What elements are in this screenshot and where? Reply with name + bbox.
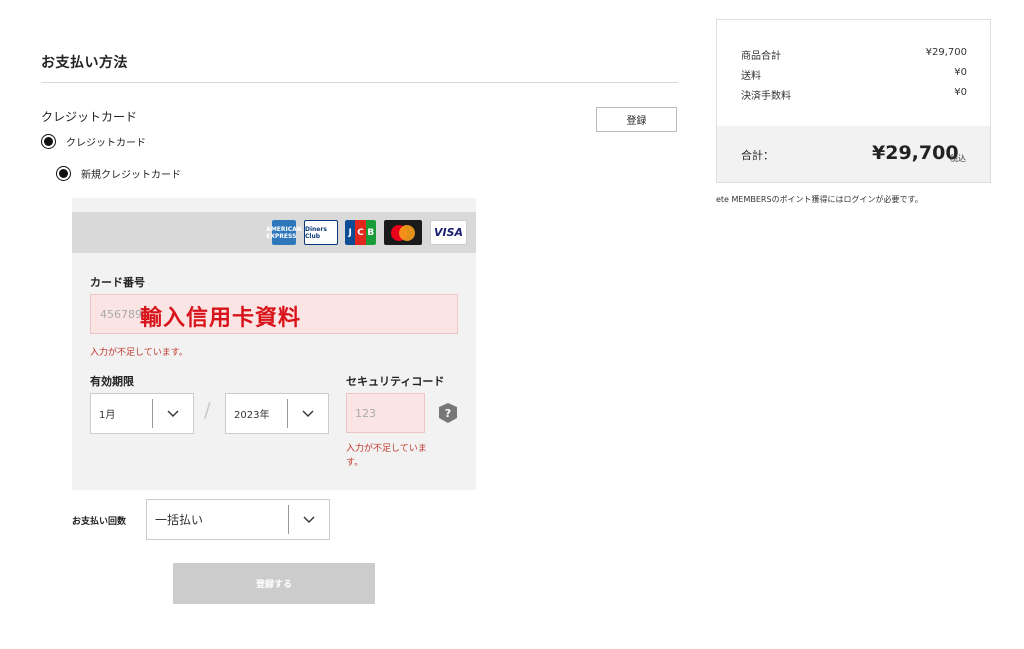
installments-select[interactable]: 一括払い xyxy=(146,499,330,540)
expiry-year-value: 2023年 xyxy=(234,410,270,421)
expiry-separator: / xyxy=(204,398,211,422)
expiry-month-value: 1月 xyxy=(99,410,116,421)
diners-club-logo-icon: Diners Club xyxy=(304,220,338,245)
jcb-letter-b: B xyxy=(365,220,376,245)
summary-value: ¥0 xyxy=(954,87,967,98)
radio-new-card-label: 新規クレジットカード xyxy=(81,170,181,181)
radio-credit-card-label: クレジットカード xyxy=(66,138,146,149)
tax-included-label: 税込 xyxy=(950,154,966,163)
visa-logo-icon: VISA xyxy=(430,220,467,245)
summary-row-subtotal: 商品合計 ¥29,700 xyxy=(741,47,967,62)
summary-row-fee: 決済手数料 ¥0 xyxy=(741,87,967,102)
expiry-label: 有効期限 xyxy=(90,375,134,388)
page-title: お支払い方法 xyxy=(41,55,128,71)
security-code-label: セキュリティコード xyxy=(346,375,445,388)
register-button[interactable]: 登録 xyxy=(596,107,677,132)
radio-credit-card[interactable]: クレジットカード xyxy=(41,134,146,149)
summary-value: ¥0 xyxy=(954,67,967,78)
radio-selected-icon[interactable] xyxy=(56,166,71,181)
installments-label: お支払い回数 xyxy=(72,517,127,527)
jcb-letter-c: C xyxy=(355,220,366,245)
installments-value: 一括払い xyxy=(155,513,204,527)
summary-label: 決済手数料 xyxy=(741,91,791,102)
radio-new-card[interactable]: 新規クレジットカード xyxy=(56,166,181,181)
credit-card-heading: クレジットカード xyxy=(41,110,138,124)
summary-value: ¥29,700 xyxy=(925,47,967,58)
chevron-down-icon[interactable] xyxy=(288,410,328,418)
jcb-letter-j: J xyxy=(345,220,356,245)
submit-register-button[interactable]: 登録する xyxy=(173,563,375,604)
total-value: ¥29,700 xyxy=(872,142,959,164)
summary-label: 送料 xyxy=(741,71,761,82)
chevron-down-icon[interactable] xyxy=(289,516,329,524)
radio-selected-icon[interactable] xyxy=(41,134,56,149)
overlay-annotation: 輸入信用卡資料 xyxy=(140,306,302,331)
expiry-month-select[interactable]: 1月 xyxy=(90,393,194,434)
summary-label: 商品合計 xyxy=(741,51,781,62)
chevron-down-icon[interactable] xyxy=(153,410,193,418)
security-code-input[interactable]: 123 xyxy=(346,393,425,433)
summary-row-shipping: 送料 ¥0 xyxy=(741,67,967,82)
expiry-year-select[interactable]: 2023年 xyxy=(225,393,329,434)
mastercard-logo-icon xyxy=(384,220,422,245)
card-number-error: 入力が不足しています。 xyxy=(90,348,188,358)
card-number-label: カード番号 xyxy=(90,276,145,289)
total-label: 合計： xyxy=(741,149,774,162)
jcb-logo-icon: J C B xyxy=(345,220,376,245)
security-code-error: 入力が不足しています。 xyxy=(346,444,427,468)
members-note: ete MEMBERSのポイント獲得にはログインが必要です。 xyxy=(716,195,923,204)
divider xyxy=(41,82,678,83)
amex-logo-icon: AMERICAN EXPRESS xyxy=(266,220,302,245)
